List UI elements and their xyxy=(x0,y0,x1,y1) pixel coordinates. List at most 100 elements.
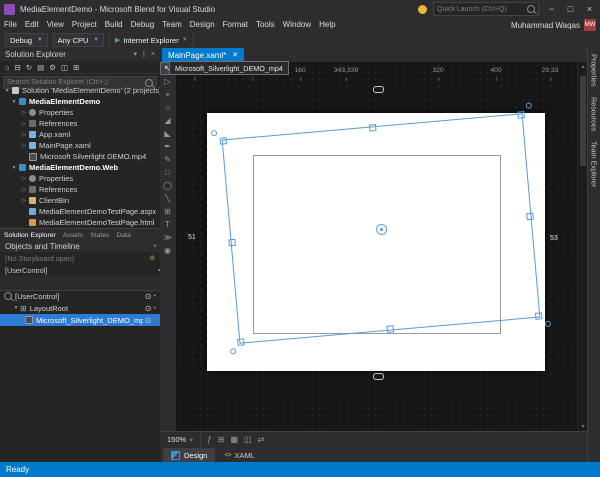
visibility-eye-icon[interactable]: ⊙ xyxy=(145,316,152,325)
show-all-files-icon[interactable]: ▤ xyxy=(37,63,44,72)
expander-icon[interactable]: ▷ xyxy=(20,132,28,138)
expander-icon[interactable]: ▷ xyxy=(20,143,28,149)
selection-handle-right[interactable] xyxy=(526,212,534,220)
add-storyboard-icon[interactable]: ⊕ xyxy=(149,254,155,262)
new-storyboard-icon[interactable]: + xyxy=(153,240,157,253)
snap-to-snaplines-icon[interactable]: ◫ xyxy=(244,435,252,444)
menu-project[interactable]: Project xyxy=(68,18,101,32)
maximize-button[interactable]: □ xyxy=(564,2,577,16)
tree-item-project[interactable]: ▾MediaElementDemo xyxy=(0,96,160,107)
paint-bucket-tool-icon[interactable]: ◣ xyxy=(160,127,175,140)
pan-tool-icon[interactable]: ⌖ xyxy=(160,88,175,101)
menu-view[interactable]: View xyxy=(43,18,68,32)
tab-states[interactable]: States xyxy=(90,232,109,239)
scope-breadcrumb[interactable]: [UserControl] ▴▾ xyxy=(0,264,161,276)
camera-orbit-tool-icon[interactable]: ◉ xyxy=(160,244,175,257)
platform-dropdown[interactable]: Any CPU▼ xyxy=(53,33,104,47)
sync-icon[interactable]: ↻ xyxy=(26,63,32,72)
visibility-eye-icon[interactable]: ⊙ xyxy=(145,292,152,301)
selection-handle-left[interactable] xyxy=(228,238,236,246)
design-surface[interactable]: 27.33 80 160 343,339 320 400 29.33 xyxy=(176,62,578,432)
menu-team[interactable]: Team xyxy=(158,18,186,32)
tab-properties[interactable]: Properties xyxy=(590,54,599,87)
close-button[interactable]: × xyxy=(583,2,596,16)
visibility-eye-icon[interactable]: ⊙ xyxy=(145,304,152,313)
lock-dot-icon[interactable]: • xyxy=(154,317,156,324)
tree-item-testpage-html[interactable]: MediaElementDemoTestPage.html xyxy=(0,217,160,228)
scrollbar-thumb[interactable] xyxy=(580,76,586,166)
selection-handle-top-left[interactable] xyxy=(219,137,227,145)
refresh-icon[interactable]: ⊞ xyxy=(73,63,79,72)
selection-handle-bottom[interactable] xyxy=(387,325,395,333)
selection-handle-bottom-left[interactable] xyxy=(237,338,245,346)
tab-team-explorer[interactable]: Team Explorer xyxy=(590,141,599,187)
close-panel-icon[interactable]: × xyxy=(151,48,155,61)
expander-icon[interactable]: ▾ xyxy=(12,305,20,311)
rectangle-tool-icon[interactable]: □ xyxy=(160,166,175,179)
tree-item-testpage-aspx[interactable]: MediaElementDemoTestPage.aspx xyxy=(0,206,160,217)
configuration-dropdown[interactable]: Debug▼ xyxy=(5,33,48,47)
tree-item-mainpagexaml[interactable]: ▷MainPage.xaml xyxy=(0,140,160,151)
quick-launch-input[interactable]: Quick Launch (Ctrl+Q) xyxy=(433,2,539,16)
tab-resources[interactable]: Resources xyxy=(590,97,599,131)
tree-item-web-project[interactable]: ▾MediaElementDemo.Web xyxy=(0,162,160,173)
pen-tool-icon[interactable]: ✒ xyxy=(160,140,175,153)
tab-data[interactable]: Data xyxy=(116,232,130,239)
notification-icon[interactable] xyxy=(418,5,427,14)
expander-icon[interactable]: ▷ xyxy=(20,110,28,116)
avatar[interactable]: MW xyxy=(584,19,596,31)
menu-design[interactable]: Design xyxy=(186,18,219,32)
collapse-all-icon[interactable]: ⊟ xyxy=(15,63,21,72)
tree-item-references[interactable]: ▷References xyxy=(0,184,160,195)
expander-icon[interactable]: ▾ xyxy=(3,88,11,94)
tree-item-references[interactable]: ▷References xyxy=(0,118,160,129)
menu-debug[interactable]: Debug xyxy=(127,18,159,32)
zoom-tool-icon[interactable]: ○ xyxy=(160,101,175,114)
expander-icon[interactable]: ▷ xyxy=(20,176,28,182)
lock-dot-icon[interactable]: • xyxy=(154,293,156,300)
effects-toggle-icon[interactable]: ƒ xyxy=(207,435,211,444)
lock-dot-icon[interactable]: • xyxy=(154,305,156,312)
close-tab-icon[interactable]: ✕ xyxy=(232,51,238,59)
tree-item-clientbin[interactable]: ▷ClientBin xyxy=(0,195,160,206)
menu-tools[interactable]: Tools xyxy=(252,18,279,32)
menu-build[interactable]: Build xyxy=(101,18,127,32)
bottom-anchor-icon[interactable] xyxy=(373,373,384,380)
rotation-center-anchor[interactable] xyxy=(376,223,388,235)
top-anchor-icon[interactable] xyxy=(373,86,384,93)
zoom-level-dropdown[interactable]: 150% ▼ xyxy=(167,435,194,444)
selection-handle-top-right[interactable] xyxy=(517,111,525,119)
show-gridlines-icon[interactable]: ▦ xyxy=(230,435,238,444)
menu-window[interactable]: Window xyxy=(279,18,315,32)
tab-solution-explorer[interactable]: Solution Explorer xyxy=(4,232,56,239)
properties-icon[interactable]: ⚙ xyxy=(49,63,56,72)
selection-handle-top[interactable] xyxy=(369,124,377,132)
text-tool-icon[interactable]: T xyxy=(160,218,175,231)
tab-design-view[interactable]: Design xyxy=(163,448,215,462)
tree-item-properties[interactable]: ▷Properties xyxy=(0,173,160,184)
start-debugging-button[interactable]: ▶ Internet Explorer ▼ xyxy=(115,36,188,45)
pin-icon[interactable]: ❘ xyxy=(141,48,147,61)
direct-selection-tool-icon[interactable]: ▷ xyxy=(160,75,175,88)
menu-format[interactable]: Format xyxy=(219,18,252,32)
assets-tool-icon[interactable]: ≫ xyxy=(160,231,175,244)
menu-edit[interactable]: Edit xyxy=(21,18,43,32)
objects-item-mediaelement[interactable]: Microsoft_Silverlight_DEMO_mp4 ⊙ • xyxy=(0,314,160,326)
objects-item-layoutroot[interactable]: ▾ ⊞ LayoutRoot ⊙ • xyxy=(0,302,160,314)
tree-item-appxaml[interactable]: ▷App.xaml xyxy=(0,129,160,140)
selection-rectangle[interactable] xyxy=(222,113,541,344)
snap-grid-icon[interactable]: ⊞ xyxy=(218,435,225,444)
rotation-handle[interactable] xyxy=(526,102,533,109)
expander-icon[interactable]: ▾ xyxy=(10,165,18,171)
tree-item-mp4[interactable]: Microsoft Silverlight DEMO.mp4 xyxy=(0,151,160,162)
annotations-toggle-icon[interactable]: ⇄ xyxy=(258,435,265,444)
rotation-handle[interactable] xyxy=(545,321,552,328)
ellipse-tool-icon[interactable]: ◯ xyxy=(160,179,175,192)
tab-mainpage-xaml[interactable]: MainPage.xaml* ✕ xyxy=(162,48,244,62)
tree-item-properties[interactable]: ▷Properties xyxy=(0,107,160,118)
minimize-button[interactable]: − xyxy=(545,2,558,16)
tree-item-solution[interactable]: ▾Solution 'MediaElementDemo' (2 projects… xyxy=(0,85,160,96)
expander-icon[interactable]: ▷ xyxy=(20,121,28,127)
tab-assets[interactable]: Assets xyxy=(63,232,83,239)
home-icon[interactable]: ⌂ xyxy=(5,63,10,72)
